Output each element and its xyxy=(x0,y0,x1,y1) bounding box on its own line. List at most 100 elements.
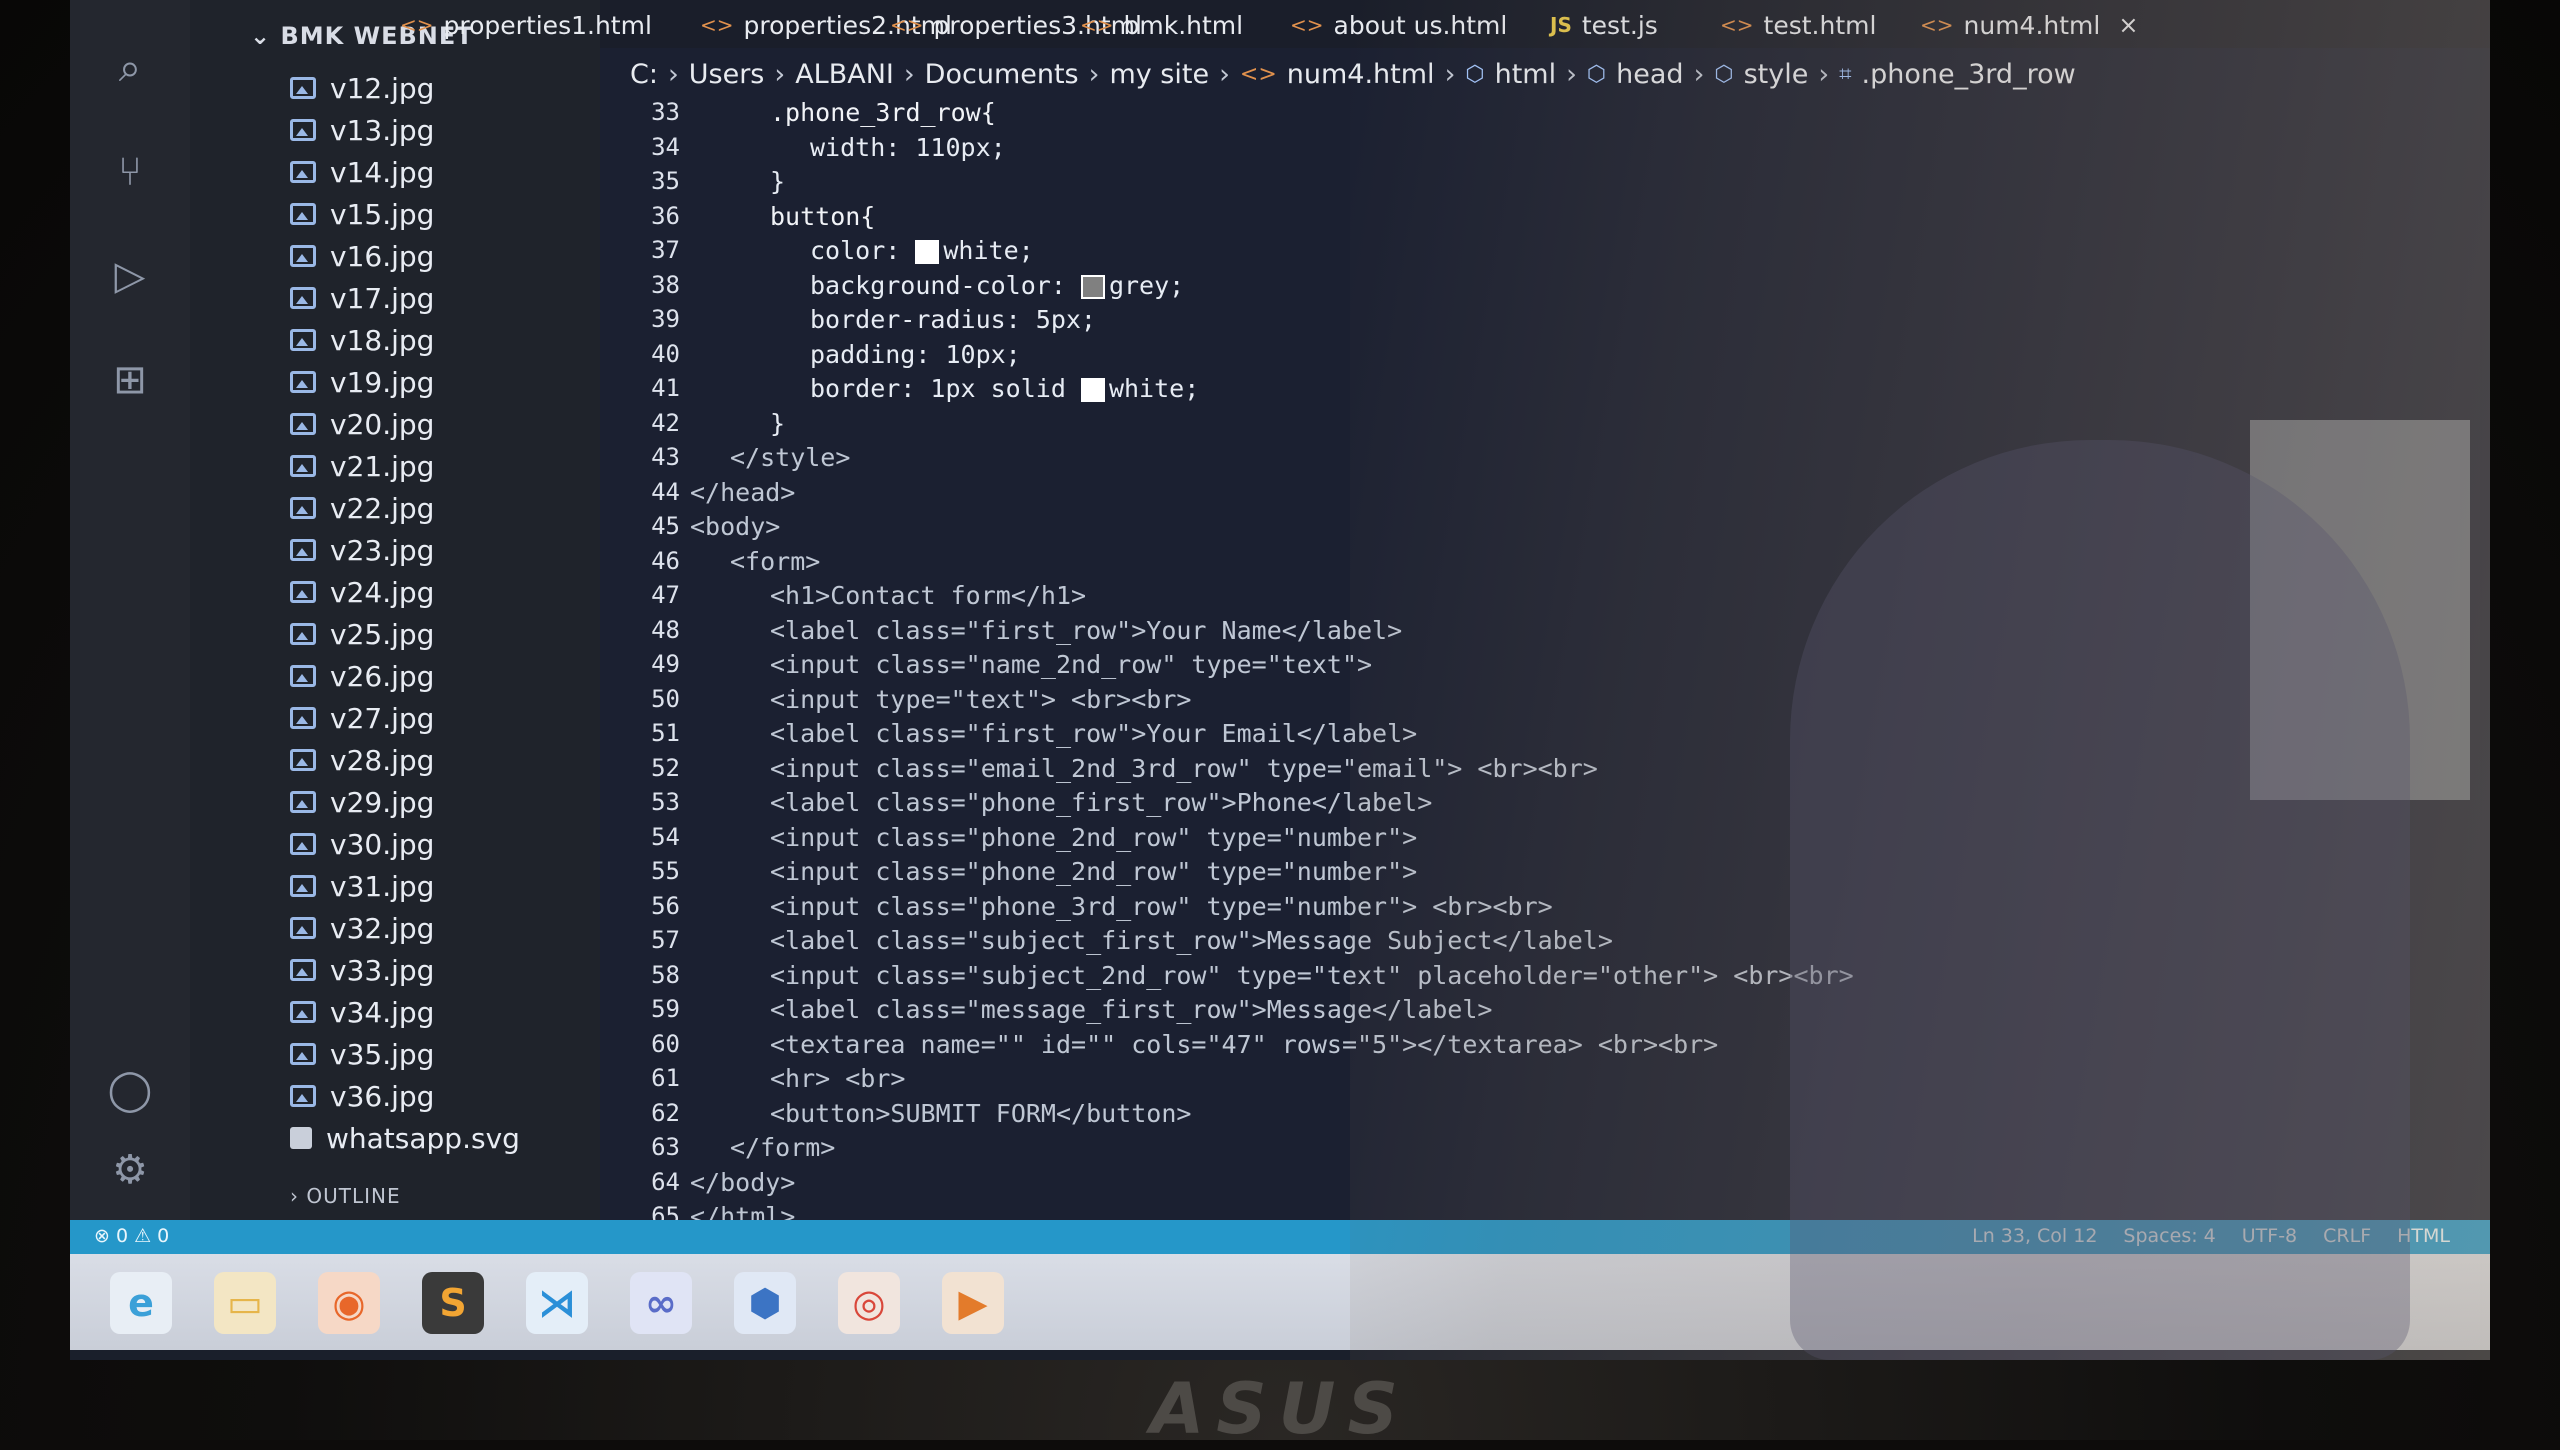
file-item[interactable]: v33.jpg xyxy=(290,952,434,988)
editor-tab[interactable]: <> test.html xyxy=(1720,6,1876,44)
edge-icon[interactable]: e xyxy=(110,1272,172,1334)
close-icon[interactable]: × xyxy=(2118,11,2138,39)
file-item[interactable]: v17.jpg xyxy=(290,280,434,316)
code-line[interactable]: <body> xyxy=(690,512,780,541)
breadcrumb-item[interactable]: head xyxy=(1616,59,1683,90)
code-line[interactable]: border-radius: 5px; xyxy=(810,305,1096,334)
code-line[interactable]: <textarea name="" id="" cols="47" rows="… xyxy=(770,1030,1718,1059)
code-line[interactable]: </form> xyxy=(730,1133,835,1162)
file-item[interactable]: v34.jpg xyxy=(290,994,434,1030)
code-line[interactable]: <label class="subject_first_row">Message… xyxy=(770,926,1613,955)
file-item[interactable]: v36.jpg xyxy=(290,1078,434,1114)
file-item[interactable]: v23.jpg xyxy=(290,532,434,568)
file-item[interactable]: v30.jpg xyxy=(290,826,434,862)
code-line[interactable]: padding: 10px; xyxy=(810,340,1021,369)
breadcrumb-item[interactable]: html xyxy=(1495,59,1557,90)
breadcrumb-item[interactable]: C: xyxy=(630,59,658,90)
file-name: v23.jpg xyxy=(330,533,435,567)
problems-indicator[interactable]: ⊗ 0 ⚠ 0 xyxy=(94,1225,169,1247)
code-line[interactable]: <label class="phone_first_row">Phone</la… xyxy=(770,788,1432,817)
file-item[interactable]: v12.jpg xyxy=(290,70,434,106)
file-item[interactable]: v25.jpg xyxy=(290,616,434,652)
account-icon[interactable]: ◯ xyxy=(104,1064,156,1116)
file-item[interactable]: whatsapp.svg xyxy=(290,1120,520,1156)
line-number: 42 xyxy=(651,408,680,437)
code-line[interactable]: <input class="email_2nd_3rd_row" type="e… xyxy=(770,754,1598,783)
file-name: v26.jpg xyxy=(330,659,435,693)
editor-tab[interactable]: JS test.js xyxy=(1550,6,1658,44)
gear-icon[interactable]: ⚙ xyxy=(104,1144,156,1196)
color-swatch-icon[interactable] xyxy=(1080,274,1105,299)
file-item[interactable]: v20.jpg xyxy=(290,406,434,442)
editor-tab[interactable]: <> about us.html xyxy=(1290,6,1507,44)
code-line[interactable]: <input type="text"> <br><br> xyxy=(770,685,1191,714)
file-item[interactable]: v26.jpg xyxy=(290,658,434,694)
code-line[interactable]: <input class="subject_2nd_row" type="tex… xyxy=(770,961,1854,990)
breadcrumb-item[interactable]: Users xyxy=(689,59,765,90)
file-item[interactable]: v14.jpg xyxy=(290,154,434,190)
code-line[interactable]: } xyxy=(770,409,785,438)
code-line[interactable]: width: 110px; xyxy=(810,133,1006,162)
breadcrumb-item[interactable]: Documents xyxy=(925,59,1079,90)
code-line[interactable]: border: 1px solid white; xyxy=(810,374,1199,403)
source-control-icon[interactable]: ⑂ xyxy=(104,146,156,198)
media-player-icon[interactable]: ▶ xyxy=(942,1272,1004,1334)
code-line[interactable]: <input class="phone_3rd_row" type="numbe… xyxy=(770,892,1553,921)
code-line[interactable]: .phone_3rd_row{ xyxy=(770,98,996,127)
vscode-icon[interactable]: ⋊ xyxy=(526,1272,588,1334)
extensions-icon[interactable]: ⊞ xyxy=(104,354,156,406)
code-line[interactable]: </style> xyxy=(730,443,850,472)
file-item[interactable]: v31.jpg xyxy=(290,868,434,904)
file-item[interactable]: v15.jpg xyxy=(290,196,434,232)
code-line[interactable]: </body> xyxy=(690,1168,795,1197)
file-explorer-icon[interactable]: ▭ xyxy=(214,1272,276,1334)
breadcrumb-item[interactable]: ALBANI xyxy=(795,59,894,90)
box-3d-icon[interactable]: ⬢ xyxy=(734,1272,796,1334)
sublime-text-icon[interactable]: S xyxy=(422,1272,484,1334)
code-line[interactable]: background-color: grey; xyxy=(810,271,1184,300)
file-item[interactable]: v21.jpg xyxy=(290,448,434,484)
color-swatch-icon[interactable] xyxy=(915,240,940,264)
file-item[interactable]: v29.jpg xyxy=(290,784,434,820)
breadcrumb-item[interactable]: num4.html xyxy=(1287,59,1435,90)
infinity-icon[interactable]: ∞ xyxy=(630,1272,692,1334)
code-line[interactable]: <label class="message_first_row">Message… xyxy=(770,995,1492,1024)
file-item[interactable]: v13.jpg xyxy=(290,112,434,148)
search-icon[interactable]: ⌕ xyxy=(104,42,156,94)
chrome-icon[interactable]: ◎ xyxy=(838,1272,900,1334)
code-line[interactable]: <label class="first_row">Your Name</labe… xyxy=(770,616,1402,645)
run-debug-icon[interactable]: ▷ xyxy=(104,250,156,302)
file-item[interactable]: v27.jpg xyxy=(290,700,434,736)
color-swatch-icon[interactable] xyxy=(1080,378,1105,402)
code-line[interactable]: <hr> <br> xyxy=(770,1064,905,1093)
chevron-right-icon: › xyxy=(1444,58,1456,90)
file-item[interactable]: v24.jpg xyxy=(290,574,434,610)
code-line[interactable]: <input class="phone_2nd_row" type="numbe… xyxy=(770,857,1417,886)
line-number: 61 xyxy=(651,1064,680,1092)
code-line[interactable]: <h1>Contact form</h1> xyxy=(770,581,1086,610)
code-line[interactable]: button{ xyxy=(770,202,875,231)
editor-tab[interactable]: <> num4.html × xyxy=(1920,6,2138,44)
code-line[interactable]: <label class="first_row">Your Email</lab… xyxy=(770,719,1417,748)
code-line[interactable]: <button>SUBMIT FORM</button> xyxy=(770,1099,1191,1128)
outline-section[interactable]: › OUTLINE xyxy=(290,1184,401,1208)
file-item[interactable]: v22.jpg xyxy=(290,490,434,526)
file-item[interactable]: v19.jpg xyxy=(290,364,434,400)
editor-tab[interactable]: <> bmk.html xyxy=(1080,6,1243,44)
file-item[interactable]: v28.jpg xyxy=(290,742,434,778)
code-line[interactable]: </head> xyxy=(690,478,795,507)
code-line[interactable]: color: white; xyxy=(810,236,1034,265)
code-line[interactable]: <form> xyxy=(730,547,820,576)
code-line[interactable]: <input class="name_2nd_row" type="text"> xyxy=(770,650,1372,679)
breadcrumb-item[interactable]: style xyxy=(1744,59,1809,90)
breadcrumb-item[interactable]: my site xyxy=(1109,59,1209,90)
file-item[interactable]: v18.jpg xyxy=(290,322,434,358)
firefox-icon[interactable]: ◉ xyxy=(318,1272,380,1334)
file-item[interactable]: v35.jpg xyxy=(290,1036,434,1072)
code-line[interactable]: } xyxy=(770,167,785,196)
file-item[interactable]: v16.jpg xyxy=(290,238,434,274)
file-item[interactable]: v32.jpg xyxy=(290,910,434,946)
code-line[interactable]: <input class="phone_2nd_row" type="numbe… xyxy=(770,823,1417,852)
breadcrumb-item[interactable]: .phone_3rd_row xyxy=(1862,59,2076,90)
editor-tab[interactable]: <> properties1.html xyxy=(400,6,652,44)
